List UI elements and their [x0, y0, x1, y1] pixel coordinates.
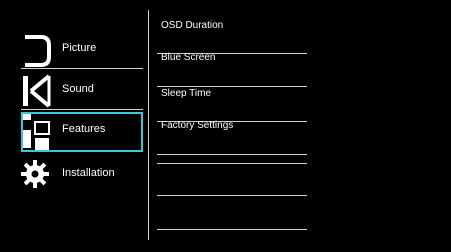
submenu-divider: [157, 229, 307, 230]
submenu-item-osd-duration[interactable]: OSD Duration: [157, 20, 307, 54]
submenu-item-empty: [157, 196, 307, 230]
menu-item-label: Installation: [62, 167, 115, 179]
menu-item-installation[interactable]: Installation: [21, 156, 143, 194]
menu-item-features[interactable]: Features: [21, 112, 143, 152]
submenu-item-empty: [157, 162, 307, 196]
menu-item-picture[interactable]: Picture: [21, 31, 143, 69]
menu-item-label: Features: [62, 123, 106, 135]
menu-item-label: Picture: [62, 42, 97, 54]
submenu-divider: [157, 86, 307, 87]
submenu-item-label: Blue Screen: [161, 52, 216, 63]
submenu-item-sleep-time[interactable]: Sleep Time: [157, 88, 307, 122]
divider: [21, 109, 143, 110]
menu-divider: [148, 10, 149, 240]
picture-icon: [21, 31, 53, 69]
tv-menu-screen: Picture Sound Features Installation OSD …: [0, 0, 451, 252]
divider: [21, 68, 143, 69]
submenu-item-empty: [157, 130, 307, 164]
menu-item-label: Sound: [62, 83, 94, 95]
submenu-item-label: OSD Duration: [161, 20, 224, 31]
installation-icon: [21, 156, 53, 194]
submenu-item-label: Sleep Time: [161, 88, 212, 99]
sound-icon: [21, 72, 53, 110]
menu-item-sound[interactable]: Sound: [21, 72, 143, 110]
features-icon: [21, 112, 53, 150]
submenu-item-blue-screen[interactable]: Blue Screen: [157, 52, 307, 87]
